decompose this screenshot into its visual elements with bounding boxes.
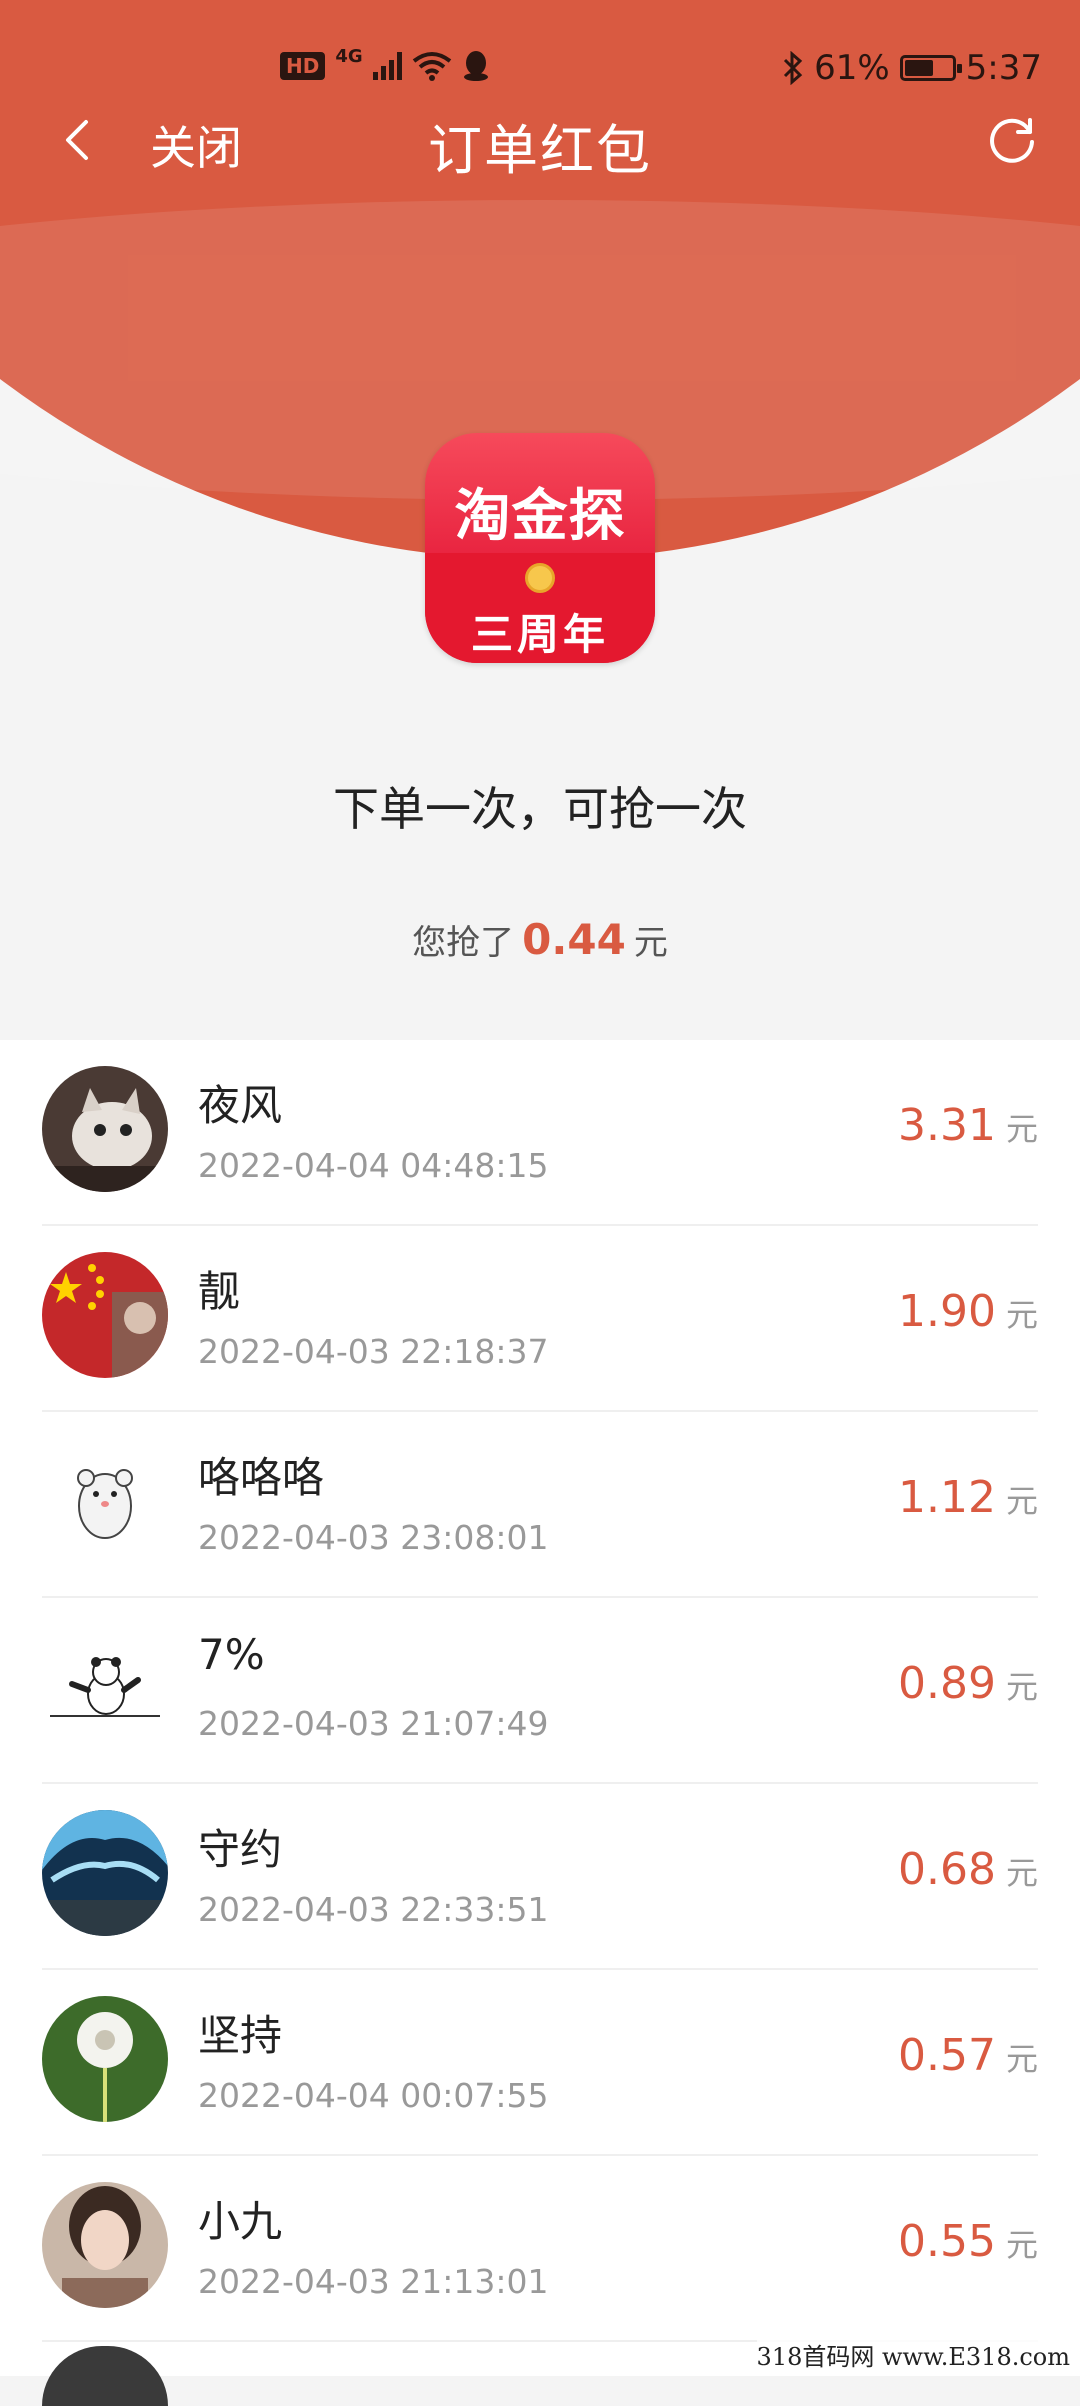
avatar bbox=[42, 1810, 168, 1936]
grabbed-prefix: 您抢了 bbox=[412, 923, 515, 963]
hd-badge: HD bbox=[280, 52, 326, 80]
cat-avatar-icon bbox=[42, 1066, 168, 1192]
header-hero: HD 4G 61% 5:37 关闭 订单红包 淘金探 三周年 下单一次，可抢一次… bbox=[0, 0, 1080, 1040]
grab-amount: 3.31 元 bbox=[898, 1100, 1038, 1151]
grab-record-list: 夜风 2022-04-04 04:48:15 3.31 元 靓 2022-04-0… bbox=[0, 1040, 1080, 2376]
list-item[interactable]: 7% 2022-04-03 21:07:49 0.89 元 bbox=[42, 1598, 1038, 1784]
refresh-icon[interactable] bbox=[984, 112, 1040, 168]
rule-text: 下单一次，可抢一次 bbox=[333, 782, 747, 836]
user-name: 咯咯咯 bbox=[198, 1453, 325, 1502]
grab-time: 2022-04-04 00:07:55 bbox=[198, 2076, 549, 2115]
amount-unit: 元 bbox=[1005, 1110, 1038, 1148]
list-item[interactable]: 夜风 2022-04-04 04:48:15 3.31 元 bbox=[42, 1040, 1038, 1226]
amount-value: 3.31 bbox=[898, 1100, 996, 1151]
grab-time: 2022-04-03 21:13:01 bbox=[198, 2262, 549, 2301]
list-item[interactable]: 咯咯咯 2022-04-03 23:08:01 1.12 元 bbox=[42, 1412, 1038, 1598]
status-left: HD 4G bbox=[280, 46, 490, 82]
grab-amount: 1.12 元 bbox=[898, 1472, 1038, 1523]
battery-level bbox=[904, 60, 933, 76]
amount-value: 1.90 bbox=[898, 1286, 996, 1337]
amount-unit: 元 bbox=[1005, 1854, 1038, 1892]
avatar bbox=[42, 1066, 168, 1192]
avatar bbox=[42, 1438, 168, 1564]
amount-value: 0.89 bbox=[898, 1658, 996, 1709]
coin-icon bbox=[525, 563, 555, 593]
nav-bar: 关闭 订单红包 bbox=[0, 100, 1080, 182]
clock: 5:37 bbox=[965, 48, 1042, 88]
avatar bbox=[42, 1252, 168, 1378]
user-name: 坚持 bbox=[198, 2011, 283, 2060]
amount-unit: 元 bbox=[1005, 1668, 1038, 1706]
watermark: 318首码网 www.E318.com bbox=[756, 2337, 1070, 2372]
grab-time: 2022-04-03 22:33:51 bbox=[198, 1890, 549, 1929]
avatar bbox=[42, 1624, 168, 1750]
grabbed-summary: 您抢了 0.44 元 bbox=[0, 915, 1080, 964]
dandelion-avatar-icon bbox=[42, 1996, 168, 2122]
avatar bbox=[42, 2182, 168, 2308]
avatar bbox=[42, 1996, 168, 2122]
amount-unit: 元 bbox=[1005, 1296, 1038, 1334]
grabbed-amount: 0.44 bbox=[522, 915, 626, 964]
flag-avatar-icon bbox=[42, 1252, 168, 1378]
grab-time: 2022-04-03 22:18:37 bbox=[198, 1332, 549, 1371]
app-logo: 淘金探 三周年 bbox=[425, 433, 655, 663]
grab-time: 2022-04-04 04:48:15 bbox=[198, 1146, 549, 1185]
battery-icon bbox=[899, 55, 962, 81]
user-name: 守约 bbox=[198, 1825, 283, 1874]
list-item[interactable]: 守约 2022-04-03 22:33:51 0.68 元 bbox=[42, 1784, 1038, 1970]
amount-value: 0.68 bbox=[898, 1844, 996, 1895]
amount-value: 1.12 bbox=[898, 1472, 996, 1523]
amount-unit: 元 bbox=[1005, 2040, 1038, 2078]
grab-time: 2022-04-03 21:07:49 bbox=[198, 1704, 549, 1743]
user-name: 靓 bbox=[198, 1267, 241, 1316]
battery-percent: 61% bbox=[814, 48, 890, 88]
list-item[interactable]: 靓 2022-04-03 22:18:37 1.90 元 bbox=[42, 1226, 1038, 1412]
grab-amount: 0.89 元 bbox=[898, 1658, 1038, 1709]
panda-avatar-icon bbox=[42, 1624, 168, 1750]
list-item[interactable]: 小九 2022-04-03 21:13:01 0.55 元 bbox=[42, 2156, 1038, 2342]
logo-anniversary-text: 三周年 bbox=[470, 610, 609, 659]
grab-time: 2022-04-03 23:08:01 bbox=[198, 1518, 549, 1557]
grab-amount: 0.68 元 bbox=[898, 1844, 1038, 1895]
signal-icon bbox=[372, 52, 402, 80]
grab-amount: 0.57 元 bbox=[898, 2030, 1038, 2081]
network-type: 4G bbox=[335, 45, 363, 67]
amount-unit: 元 bbox=[1005, 1482, 1038, 1520]
user-name: 小九 bbox=[198, 2197, 283, 2246]
hamster-avatar-icon bbox=[42, 1438, 168, 1564]
list-item[interactable]: 坚持 2022-04-04 00:07:55 0.57 元 bbox=[42, 1970, 1038, 2156]
ice-cave-avatar-icon bbox=[42, 1810, 168, 1936]
status-right: 61% 5:37 bbox=[782, 48, 1042, 88]
amount-value: 0.57 bbox=[898, 2030, 996, 2081]
logo-brand-text: 淘金探 bbox=[454, 484, 626, 549]
page-title: 订单红包 bbox=[428, 119, 652, 182]
grab-amount: 0.55 元 bbox=[898, 2216, 1038, 2267]
qq-icon bbox=[463, 51, 488, 81]
bluetooth-icon bbox=[784, 51, 803, 85]
wifi-icon bbox=[412, 52, 451, 81]
amount-value: 0.55 bbox=[898, 2216, 996, 2267]
grabbed-unit: 元 bbox=[633, 923, 668, 963]
girl-avatar-icon bbox=[42, 2182, 168, 2308]
grab-amount: 1.90 元 bbox=[898, 1286, 1038, 1337]
user-name: 夜风 bbox=[198, 1081, 283, 1130]
amount-unit: 元 bbox=[1005, 2226, 1038, 2264]
user-name: 7% bbox=[198, 1630, 265, 1679]
